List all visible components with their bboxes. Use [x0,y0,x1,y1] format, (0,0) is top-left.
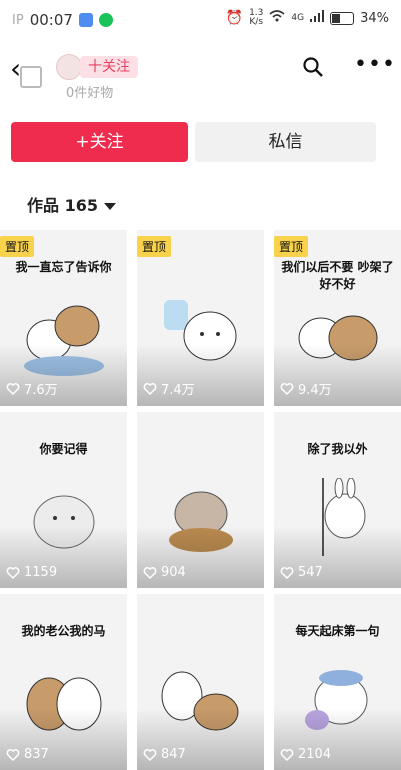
like-count: 7.4万 [143,379,195,398]
like-count: 847 [143,747,186,762]
like-count: 9.4万 [280,379,332,398]
post-tile[interactable]: 904 [137,412,264,588]
header-follow-pill[interactable]: 十关注 [80,56,138,78]
post-tile[interactable]: 置顶 我一直忘了告诉你 7.6万 [0,230,127,406]
post-tile[interactable]: 置顶 7.4万 [137,230,264,406]
post-tile[interactable]: 除了我以外 547 [274,412,401,588]
battery-icon [330,11,355,25]
dropdown-icon [103,203,116,210]
heart-icon [280,566,294,579]
post-caption: 除了我以外 [307,442,368,456]
pinned-badge: 置顶 [0,236,35,257]
post-caption: 我的老公我的马 [21,624,106,638]
works-filter[interactable]: 作品 165 [27,192,116,216]
heart-icon [143,748,157,761]
heart-icon [6,382,20,395]
app-notification-icon [78,13,93,27]
like-count: 1159 [6,565,57,580]
goods-count[interactable]: 0件好物 [66,82,113,101]
post-tile[interactable]: 847 [137,594,264,770]
post-caption: 我一直忘了告诉你 [15,260,112,274]
heart-icon [6,566,20,579]
ip-label: IP [12,12,24,28]
shop-icon[interactable] [20,66,42,88]
status-time: 00:07 [29,11,73,29]
like-count: 837 [6,747,49,762]
battery-percent: 34% [360,10,389,26]
post-tile[interactable]: 我的老公我的马 837 [0,594,127,770]
search-icon[interactable] [302,56,324,82]
heart-icon [143,566,157,579]
heart-icon [280,748,294,761]
follow-button[interactable]: +关注 [11,122,188,162]
wechat-icon [98,13,113,27]
more-icon[interactable]: ••• [354,52,396,77]
network-label: 4G [291,13,305,23]
post-tile[interactable]: 你要记得 1159 [0,412,127,588]
like-count: 7.6万 [6,379,58,398]
profile-header: ‹ 十关注 0件好物 ••• [0,44,401,104]
signal-icon [310,10,325,26]
like-count: 904 [143,565,186,580]
wifi-icon [269,10,285,26]
net-speed: 1.3 K/s [249,8,264,27]
post-caption: 你要记得 [39,442,88,456]
like-count: 547 [280,565,323,580]
alarm-icon: ⏰ [225,10,244,26]
avatar[interactable] [56,54,82,80]
works-label: 作品 165 [27,196,98,215]
post-tile[interactable]: 置顶 我们以后不要 吵架了好不好 9.4万 [274,230,401,406]
post-tile[interactable]: 每天起床第一句 2104 [274,594,401,770]
status-bar: IP 00:07 ⏰ 1.3 K/s 4G 34% [0,0,401,44]
like-count: 2104 [280,747,331,762]
posts-grid: 置顶 我一直忘了告诉你 7.6万 置顶 7.4万 置顶 我们以后不要 吵架了好不… [0,230,401,770]
message-button[interactable]: 私信 [195,122,376,162]
heart-icon [143,382,157,395]
post-caption: 每天起床第一句 [295,624,380,638]
heart-icon [6,748,20,761]
heart-icon [280,382,294,395]
pinned-badge: 置顶 [137,236,172,257]
pinned-badge: 置顶 [274,236,309,257]
post-caption: 我们以后不要 吵架了好不好 [281,260,394,291]
